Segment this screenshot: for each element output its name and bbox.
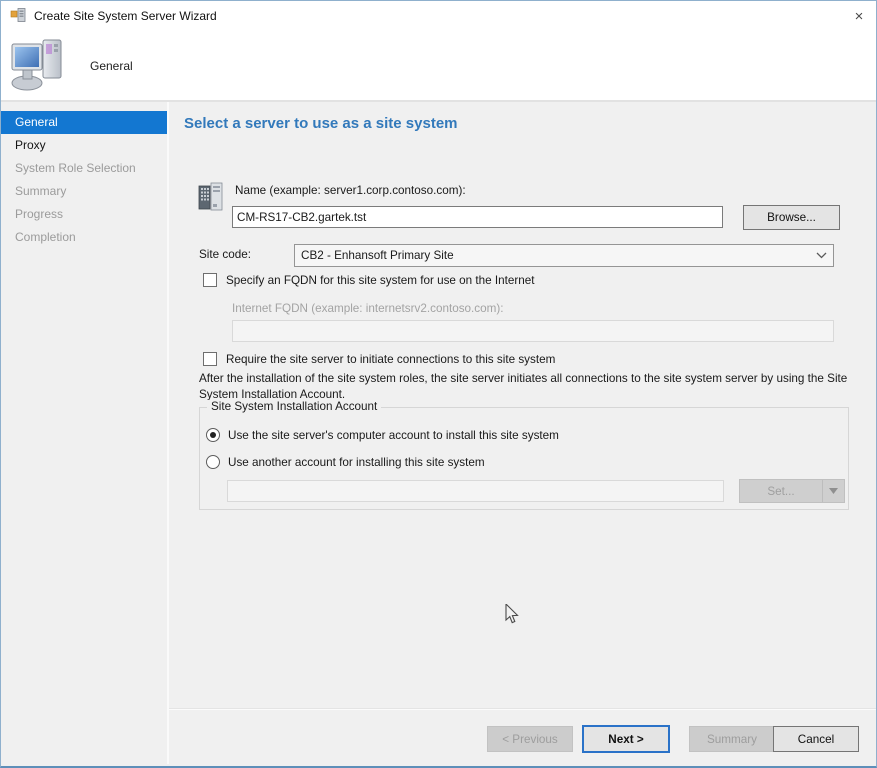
sidebar-item-system-role-selection: System Role Selection: [1, 157, 167, 180]
computer-icon: [10, 36, 68, 95]
set-account-button: Set...: [739, 479, 845, 503]
require-connections-label: Require the site server to initiate conn…: [226, 353, 555, 366]
wizard-header: General: [1, 31, 876, 102]
wizard-content: Select a server to use as a site system: [169, 102, 876, 764]
page-title: Select a server to use as a site system: [184, 115, 458, 132]
other-account-radio-label: Use another account for installing this …: [228, 456, 485, 469]
title-bar: Create Site System Server Wizard ×: [1, 1, 876, 31]
next-button[interactable]: Next >: [582, 725, 670, 753]
header-page-label: General: [90, 59, 133, 73]
previous-button: < Previous: [487, 726, 573, 752]
wizard-window: Create Site System Server Wizard ×: [0, 0, 877, 768]
footer-divider: [169, 708, 876, 710]
fqdn-checkbox-label: Specify an FQDN for this site system for…: [226, 274, 535, 287]
set-account-button-label: Set...: [740, 480, 822, 502]
computer-account-radio-label: Use the site server's computer account t…: [228, 429, 559, 442]
cancel-button[interactable]: Cancel: [773, 726, 859, 752]
window-title: Create Site System Server Wizard: [34, 9, 217, 23]
fqdn-checkbox[interactable]: [203, 273, 217, 287]
site-code-label: Site code:: [199, 248, 251, 261]
computer-account-radio[interactable]: [206, 428, 220, 442]
installation-account-group-title: Site System Installation Account: [207, 400, 381, 413]
sidebar-item-progress: Progress: [1, 203, 167, 226]
browse-button[interactable]: Browse...: [743, 205, 840, 230]
server-name-input[interactable]: [232, 206, 723, 228]
site-code-select[interactable]: CB2 - Enhansoft Primary Site: [294, 244, 834, 267]
internet-fqdn-label: Internet FQDN (example: internetsrv2.con…: [232, 302, 504, 315]
app-icon: [10, 7, 26, 26]
sidebar-item-summary: Summary: [1, 180, 167, 203]
site-code-value: CB2 - Enhansoft Primary Site: [301, 249, 816, 262]
sidebar-item-general[interactable]: General: [1, 111, 167, 134]
sidebar-item-proxy[interactable]: Proxy: [1, 134, 167, 157]
mouse-cursor: [505, 604, 521, 629]
dropdown-arrow-icon: [822, 480, 844, 502]
close-icon[interactable]: ×: [842, 1, 876, 31]
sidebar-item-completion: Completion: [1, 226, 167, 249]
other-account-radio[interactable]: [206, 455, 220, 469]
installation-note: After the installation of the site syste…: [199, 371, 859, 403]
chevron-down-icon: [816, 249, 827, 262]
name-label: Name (example: server1.corp.contoso.com)…: [235, 184, 466, 197]
require-connections-checkbox[interactable]: [203, 352, 217, 366]
wizard-sidebar: General Proxy System Role Selection Summ…: [1, 102, 169, 764]
other-account-input: [227, 480, 724, 502]
wizard-body: General Proxy System Role Selection Summ…: [1, 102, 876, 764]
server-icon: [197, 180, 225, 215]
summary-button: Summary: [689, 726, 775, 752]
internet-fqdn-input: [232, 320, 834, 342]
